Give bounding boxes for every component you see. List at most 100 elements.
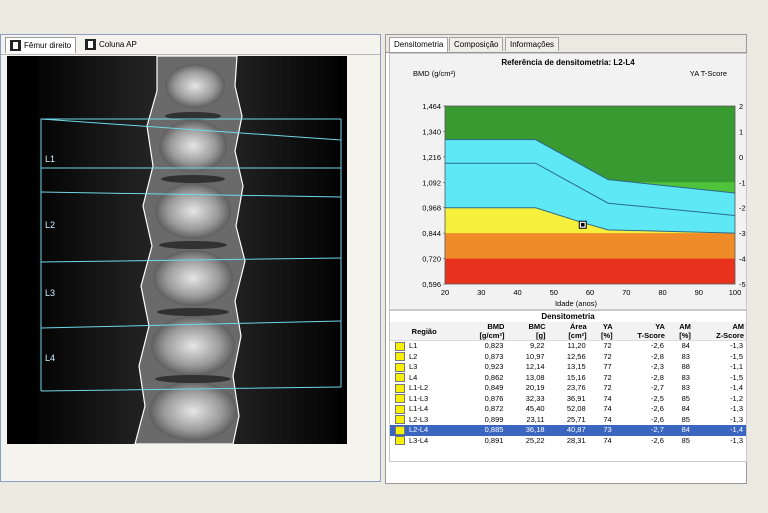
region-cell: L1-L3 [390, 394, 458, 405]
value-cell: 12,56 [566, 351, 586, 361]
value-cell: -2,7 [651, 383, 664, 392]
y2-tick-label: 1 [739, 127, 743, 136]
value-cell: 0,823 [484, 341, 504, 350]
x-tick-label: 100 [729, 288, 742, 297]
tab-informacoes[interactable]: Informações [505, 37, 560, 51]
value-cell: 13,15 [566, 362, 586, 371]
value-cell: 0,862 [484, 372, 504, 382]
value-cell: 0,885 [458, 425, 507, 436]
table-row[interactable]: L2-L4 0,885 36,18 40,87 73 -2,7 84 -1,4 [390, 425, 746, 436]
tab-femur[interactable]: Fêmur direito [5, 37, 77, 53]
region-color-swatch[interactable] [395, 341, 405, 351]
tab-spine[interactable]: Coluna AP [81, 37, 141, 52]
region-color-swatch[interactable] [395, 373, 405, 383]
x-tick-label: 90 [695, 288, 703, 297]
region-color-swatch[interactable] [395, 404, 405, 414]
vertebra-label-l3: L3 [45, 288, 55, 298]
value-cell: 12,14 [525, 362, 545, 371]
value-cell: 74 [603, 435, 612, 445]
y-tick-label: 0,844 [422, 229, 441, 238]
band-red [445, 258, 735, 284]
vertebra-label-l1: L1 [45, 154, 55, 164]
column-header: BMC [g] [506, 322, 548, 341]
table-row[interactable]: L2 0,873 10,97 12,56 72 -2,8 83 -1,5 [390, 352, 746, 363]
value-cell: 83 [681, 383, 690, 392]
spine-icon [85, 39, 96, 50]
region-cell: L3-L4 [390, 436, 458, 447]
column-header: BMD [g/cm²] [458, 322, 507, 341]
region-cell: L1 [390, 341, 458, 352]
column-header: YA T-Score [614, 322, 667, 341]
value-cell: -2,8 [651, 372, 664, 382]
y2-tick-label: -1 [739, 178, 746, 187]
region-cell: L2-L4 [390, 425, 459, 436]
value-cell: -1,3 [730, 404, 743, 413]
value-cell: 9,22 [529, 341, 545, 350]
results-tabbar: Densitometria Composição Informações [386, 35, 746, 53]
value-cell: 72 [603, 383, 612, 392]
region-color-swatch[interactable] [395, 394, 405, 404]
y-tick-label: 1,464 [422, 102, 441, 111]
table-row[interactable]: L1-L4 0,872 45,40 52,08 74 -2,6 84 -1,3 [390, 404, 746, 415]
value-cell: 74 [603, 393, 612, 403]
value-cell: 84 [666, 425, 693, 436]
femur-icon [10, 40, 21, 51]
value-cell: 0,849 [484, 383, 504, 392]
region-cell: L2-L3 [390, 415, 458, 426]
value-cell: 13,08 [525, 372, 545, 382]
value-cell: 36,18 [506, 425, 548, 436]
value-cell: -1,4 [692, 425, 746, 436]
region-cell: L4 [390, 373, 458, 384]
value-cell: 40,87 [547, 425, 589, 436]
x-tick-label: 40 [513, 288, 521, 297]
value-cell: 83 [681, 351, 690, 361]
value-cell: 85 [681, 393, 690, 403]
reference-chart-svg: Referência de densitometria: L2-L4 BMD (… [413, 58, 746, 308]
value-cell: 32,33 [525, 393, 545, 403]
table-row[interactable]: L2-L3 0,899 23,11 25,71 74 -2,6 85 -1,3 [390, 415, 746, 426]
value-cell: 0,873 [484, 351, 504, 361]
value-cell: -1,3 [730, 435, 743, 445]
region-color-swatch[interactable] [395, 383, 405, 393]
region-cell: L1-L4 [390, 404, 458, 415]
table-row[interactable]: L3-L4 0,891 25,22 28,31 74 -2,6 85 -1,3 [390, 436, 746, 447]
reference-chart: Referência de densitometria: L2-L4 BMD (… [389, 53, 747, 310]
value-cell: 0,923 [484, 362, 504, 371]
value-cell: 0,899 [484, 414, 504, 424]
tab-composicao[interactable]: Composição [449, 37, 504, 51]
region-color-swatch[interactable] [395, 425, 405, 435]
table-row[interactable]: L3 0,923 12,14 13,15 77 -2,3 88 -1,1 [390, 362, 746, 373]
table-row[interactable]: L1 0,823 9,22 11,20 72 -2,6 84 -1,3 [390, 341, 746, 352]
value-cell: -1,5 [730, 351, 743, 361]
value-cell: 74 [603, 414, 612, 424]
value-cell: 28,31 [566, 435, 586, 445]
region-color-swatch[interactable] [395, 436, 405, 446]
table-row[interactable]: L1-L2 0,849 20,19 23,76 72 -2,7 83 -1,4 [390, 383, 746, 394]
densitometry-table-panel: Densitometria Região BMD [g/cm²] BMC [g] Área… [389, 310, 747, 462]
scan-tabbar: Fêmur direito Coluna AP [1, 35, 380, 55]
value-cell: 83 [681, 372, 690, 382]
y-tick-label: 1,216 [422, 153, 441, 162]
x-axis-label: Idade (anos) [555, 299, 598, 308]
value-cell: 52,08 [566, 404, 586, 413]
table-row[interactable]: L1-L3 0,876 32,33 36,91 74 -2,5 85 -1,2 [390, 394, 746, 405]
tab-densitometria[interactable]: Densitometria [389, 37, 449, 52]
value-cell: 20,19 [525, 383, 545, 392]
y-tick-label: 0,596 [422, 280, 441, 289]
vertebra-label-l4: L4 [45, 353, 55, 363]
value-cell: -2,6 [651, 404, 664, 413]
scan-panel: Fêmur direito Coluna AP L1 L2 L3 L4 [0, 34, 381, 482]
value-cell: 0,891 [484, 435, 504, 445]
value-cell: -2,5 [651, 393, 664, 403]
spine-scan-image[interactable]: L1 L2 L3 L4 [7, 56, 347, 444]
region-color-swatch[interactable] [395, 352, 405, 362]
region-color-swatch[interactable] [395, 362, 405, 372]
value-cell: 10,97 [525, 351, 545, 361]
table-row[interactable]: L4 0,862 13,08 15,16 72 -2,8 83 -1,5 [390, 373, 746, 384]
region-color-swatch[interactable] [395, 415, 405, 425]
value-cell: 25,71 [566, 414, 586, 424]
densitometry-table: Região BMD [g/cm²] BMC [g] Área [cm²] YA [%] YA T-… [390, 322, 746, 446]
value-cell: 0,872 [484, 404, 504, 413]
value-cell: 84 [681, 341, 690, 350]
y-tick-label: 0,720 [422, 255, 441, 264]
